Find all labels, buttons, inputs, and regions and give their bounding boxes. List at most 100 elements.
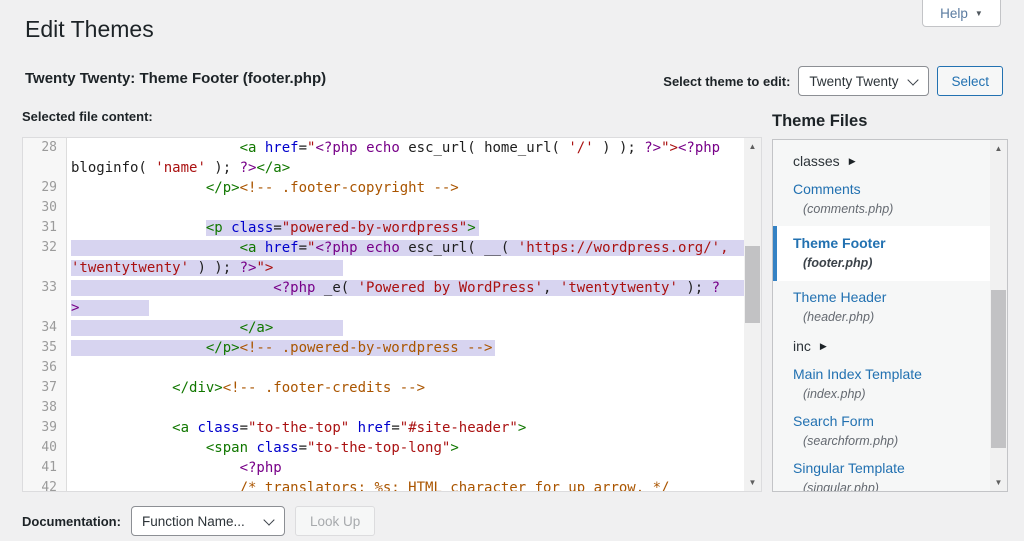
chevron-down-icon <box>908 74 919 85</box>
code-text[interactable]: <a class="to-the-top" href="#site-header… <box>67 418 745 438</box>
line-number: 34 <box>23 318 67 338</box>
code-line: 35 </p><!-- .powered-by-wordpress --> <box>23 338 745 358</box>
line-number: 33 <box>23 278 67 318</box>
file-item-index.php[interactable]: Main Index Template (index.php) <box>773 361 990 408</box>
footer-strip <box>0 541 1024 551</box>
code-text[interactable]: <?php _e( 'Powered by WordPress', 'twent… <box>67 278 745 318</box>
theme-files-items: classes▶ Comments (comments.php) Theme Foot… <box>773 140 990 492</box>
file-item-comments.php[interactable]: Comments (comments.php) <box>773 176 990 223</box>
code-text[interactable]: </p><!-- .powered-by-wordpress --> <box>67 338 745 358</box>
filelist-scrollbar[interactable]: ▲ ▼ <box>990 140 1007 491</box>
theme-editor-page: Help ▼ Edit Themes Twenty Twenty: Theme … <box>0 0 1024 551</box>
scroll-down-icon[interactable]: ▼ <box>990 474 1007 491</box>
selection-highlight: <?php _e( 'Powered by WordPress', 'twent… <box>71 280 762 316</box>
code-lines: 28 <a href="<?php echo esc_url( home_url… <box>23 138 745 492</box>
file-item-header.php[interactable]: Theme Header (header.php) <box>773 284 990 331</box>
selection-highlight: <a href="<?php echo esc_url( __( 'https:… <box>71 240 762 276</box>
line-number: 39 <box>23 418 67 438</box>
line-number: 40 <box>23 438 67 458</box>
editor-scrollbar-thumb[interactable] <box>745 246 760 323</box>
file-name: (comments.php) <box>793 202 990 216</box>
code-line: 36 <box>23 358 745 378</box>
file-name: (header.php) <box>793 310 990 324</box>
scroll-up-icon[interactable]: ▲ <box>744 138 761 155</box>
code-text[interactable]: <a href="<?php echo esc_url( __( 'https:… <box>67 238 745 278</box>
line-number: 30 <box>23 198 67 218</box>
line-number: 29 <box>23 178 67 198</box>
help-button-label: Help <box>940 6 968 21</box>
documentation-row: Documentation: Function Name... Look Up <box>22 506 375 536</box>
lookup-button[interactable]: Look Up <box>295 506 375 536</box>
line-number: 32 <box>23 238 67 278</box>
code-line: 34 </a> <box>23 318 745 338</box>
code-text[interactable]: <a href="<?php echo esc_url( home_url( '… <box>67 138 745 178</box>
file-link[interactable]: Theme Header <box>793 289 990 306</box>
code-line: 31 <p class="powered-by-wordpress"> <box>23 218 745 238</box>
page-title: Edit Themes <box>25 16 154 43</box>
file-item-searchform.php[interactable]: Search Form (searchform.php) <box>773 408 990 455</box>
documentation-dropdown[interactable]: Function Name... <box>131 506 285 536</box>
code-text[interactable]: <span class="to-the-top-long"> <box>67 438 745 458</box>
code-text[interactable] <box>67 198 745 218</box>
code-text[interactable]: /* translators: %s: HTML character for u… <box>67 478 745 492</box>
line-number: 42 <box>23 478 67 492</box>
folder-item-classes[interactable]: classes▶ <box>773 146 990 176</box>
code-line: 39 <a class="to-the-top" href="#site-hea… <box>23 418 745 438</box>
selection-highlight: </a> <box>71 320 343 336</box>
file-subtitle: Twenty Twenty: Theme Footer (footer.php) <box>25 70 326 87</box>
file-name: (index.php) <box>793 387 990 401</box>
theme-select-dropdown[interactable]: Twenty Twenty <box>798 66 929 96</box>
file-item-singular.php[interactable]: Singular Template (singular.php) <box>773 455 990 492</box>
code-text[interactable]: <p class="powered-by-wordpress"> <box>67 218 745 238</box>
file-name: (singular.php) <box>793 481 990 492</box>
triangle-right-icon: ▶ <box>849 156 856 167</box>
documentation-dropdown-value: Function Name... <box>142 514 245 529</box>
triangle-right-icon: ▶ <box>820 341 827 352</box>
theme-select-value: Twenty Twenty <box>809 74 898 89</box>
code-text[interactable]: <?php <box>67 458 745 478</box>
select-theme-label: Select theme to edit: <box>663 74 790 89</box>
file-link[interactable]: Comments <box>793 181 990 198</box>
filelist-scrollbar-thumb[interactable] <box>991 290 1006 448</box>
chevron-down-icon <box>263 514 274 525</box>
editor-scrollbar[interactable]: ▲ ▼ <box>744 138 761 491</box>
code-text[interactable]: </p><!-- .footer-copyright --> <box>67 178 745 198</box>
folder-item-inc[interactable]: inc ▶ <box>773 331 990 361</box>
code-editor[interactable]: 28 <a href="<?php echo esc_url( home_url… <box>22 137 762 492</box>
file-name: (footer.php) <box>793 256 990 270</box>
code-line: 29 </p><!-- .footer-copyright --> <box>23 178 745 198</box>
folder-label: inc <box>793 338 811 354</box>
line-number: 41 <box>23 458 67 478</box>
file-link[interactable]: Theme Footer <box>793 235 990 252</box>
scroll-up-icon[interactable]: ▲ <box>990 140 1007 157</box>
line-number: 38 <box>23 398 67 418</box>
code-line: 28 <a href="<?php echo esc_url( home_url… <box>23 138 745 178</box>
line-number: 28 <box>23 138 67 178</box>
chevron-down-icon: ▼ <box>975 9 983 18</box>
code-line: 42 /* translators: %s: HTML character fo… <box>23 478 745 492</box>
code-line: 33 <?php _e( 'Powered by WordPress', 'tw… <box>23 278 745 318</box>
line-number: 31 <box>23 218 67 238</box>
file-link[interactable]: Search Form <box>793 413 990 430</box>
code-text[interactable]: </div><!-- .footer-credits --> <box>67 378 745 398</box>
select-theme-button[interactable]: Select <box>937 66 1003 96</box>
code-line: 38 <box>23 398 745 418</box>
line-number: 37 <box>23 378 67 398</box>
documentation-label: Documentation: <box>22 514 121 529</box>
file-link[interactable]: Singular Template <box>793 460 990 477</box>
file-item-footer.php[interactable]: Theme Footer (footer.php) <box>773 226 990 281</box>
code-text[interactable] <box>67 398 745 418</box>
code-line: 30 <box>23 198 745 218</box>
theme-select-group: Select theme to edit: Twenty Twenty Sele… <box>663 66 1003 96</box>
code-text[interactable]: </a> <box>67 318 745 338</box>
code-line: 32 <a href="<?php echo esc_url( __( 'htt… <box>23 238 745 278</box>
line-number: 35 <box>23 338 67 358</box>
scroll-down-icon[interactable]: ▼ <box>744 474 761 491</box>
file-name: (searchform.php) <box>793 434 990 448</box>
code-text[interactable] <box>67 358 745 378</box>
help-button[interactable]: Help ▼ <box>922 0 1001 27</box>
line-number: 36 <box>23 358 67 378</box>
selection-highlight: </p><!-- .powered-by-wordpress --> <box>71 340 495 356</box>
theme-files-list: classes▶ Comments (comments.php) Theme Foot… <box>772 139 1008 492</box>
file-link[interactable]: Main Index Template <box>793 366 990 383</box>
